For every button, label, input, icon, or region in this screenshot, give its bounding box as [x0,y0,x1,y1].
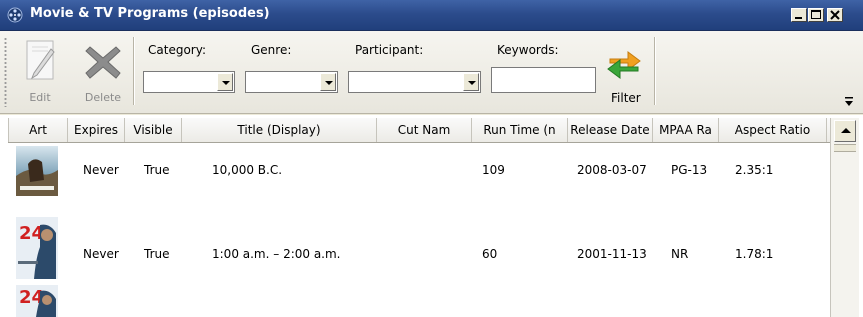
toolbar-overflow-icon[interactable] [845,97,853,107]
cell-aspect-ratio: 2.35:1 [735,163,774,177]
delete-label: Delete [84,91,122,104]
maximize-button[interactable] [808,8,824,22]
cell-release-date: 2008-03-07 [577,163,647,177]
participant-label: Participant: [355,43,424,57]
column-header-visible[interactable]: Visible [125,118,182,142]
participant-select[interactable] [348,71,481,93]
cell-mpaa: PG-13 [671,163,708,177]
cell-mpaa: NR [671,247,689,261]
column-header-cut-name[interactable]: Cut Nam [377,118,472,142]
delete-icon [85,46,121,79]
keywords-label: Keywords: [497,43,559,57]
table-row[interactable]: 24 [8,285,830,317]
cell-title: 1:00 a.m. – 2:00 a.m. [212,247,341,261]
cell-run-time: 60 [482,247,498,261]
column-header-expires[interactable]: Expires [68,118,125,142]
cell-run-time: 109 [482,163,505,177]
genre-select[interactable] [245,71,338,93]
toolbar-separator [133,37,134,105]
category-select[interactable] [143,71,235,93]
filter-label: Filter [611,91,641,105]
window-title: Movie & TV Programs (episodes) [30,6,270,21]
minimize-icon [795,17,802,19]
toolbar: Edit Delete Category: Genre: Participant… [0,31,863,114]
cell-expires: Never [83,247,119,261]
cell-title: 10,000 B.C. [212,163,283,177]
category-label: Category: [148,43,206,57]
close-icon [830,10,840,20]
grid-header: Art Expires Visible Title (Display) Cut … [8,118,830,143]
cell-release-date: 2001-11-13 [577,247,647,261]
edit-icon [26,40,55,80]
cell-visible: True [144,163,170,177]
dropdown-arrow-icon[interactable] [463,73,479,91]
maximize-icon [811,10,821,19]
app-window: Movie & TV Programs (episodes) Edit Dele… [0,0,863,317]
toolbar-grip[interactable] [4,37,7,107]
column-header-aspect-ratio[interactable]: Aspect Ratio [719,118,827,142]
delete-button[interactable]: Delete [78,35,128,111]
scrollbar-thumb[interactable] [834,144,856,152]
cell-visible: True [144,247,170,261]
poster-24-image: 24 [16,217,76,279]
column-header-mpaa[interactable]: MPAA Ra [653,118,719,142]
column-header-art[interactable]: Art [8,118,68,142]
edit-label: Edit [29,91,51,104]
vertical-scrollbar[interactable] [830,118,859,317]
cell-expires: Never [83,163,119,177]
programs-grid: Art Expires Visible Title (Display) Cut … [0,115,863,317]
poster-24-image: 24 [16,285,76,317]
column-header-run-time[interactable]: Run Time (n [472,118,568,142]
close-button[interactable] [827,8,843,22]
minimize-button[interactable] [791,8,807,22]
column-header-release-date[interactable]: Release Date [568,118,653,142]
filter-refresh-icon [607,51,641,79]
column-header-title[interactable]: Title (Display) [182,118,377,142]
poster-10000bc-image [16,146,76,196]
cell-aspect-ratio: 1.78:1 [735,247,774,261]
table-row[interactable]: Never True 10,000 B.C. 109 2008-03-07 PG… [8,143,830,198]
dropdown-arrow-icon[interactable] [320,73,336,91]
filter-button[interactable]: Filter [598,35,650,111]
film-reel-icon [7,7,23,23]
keywords-input[interactable] [491,67,596,93]
table-row[interactable]: 24 Never True 1:00 a.m. – 2:00 a.m. 60 2… [8,217,830,282]
edit-button[interactable]: Edit [14,35,66,111]
toolbar-separator [654,37,655,105]
dropdown-arrow-icon[interactable] [217,73,233,91]
scroll-up-icon[interactable] [834,120,856,142]
title-bar[interactable]: Movie & TV Programs (episodes) [0,0,863,31]
genre-label: Genre: [251,43,292,57]
